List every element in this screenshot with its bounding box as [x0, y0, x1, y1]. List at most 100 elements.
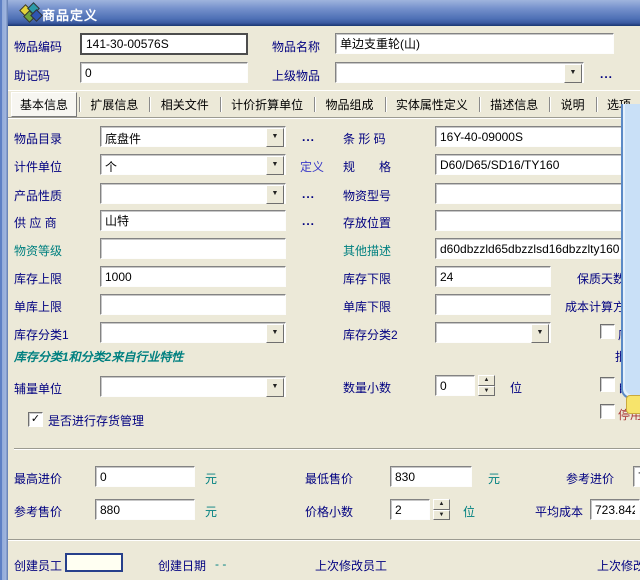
- product-definition-window: 商品定义 物品编码 物品名称 助记码 上级物品 ▼ ... 基本信息 扩展信息 …: [0, 0, 640, 580]
- ref-purchase-label: 参考进价: [566, 470, 614, 487]
- chevron-down-icon[interactable]: ▼: [266, 156, 284, 175]
- stock-class2-combo[interactable]: ▼: [435, 322, 551, 343]
- create-date-label: 创建日期: [158, 557, 206, 574]
- overlapping-panel-edge: [621, 104, 640, 399]
- ref-sale-input[interactable]: [95, 499, 195, 520]
- catalog-label: 物品目录: [14, 130, 62, 147]
- spin-up-icon[interactable]: ▲: [433, 499, 450, 510]
- location-input[interactable]: [435, 210, 625, 231]
- unit-combo[interactable]: 个 ▼: [100, 154, 286, 175]
- nature-label: 产品性质: [14, 187, 62, 204]
- stock-lower-label: 库存下限: [343, 270, 391, 287]
- qty-decimal-unit-label: 位: [510, 379, 522, 396]
- section-divider: [14, 448, 640, 450]
- spin-down-icon[interactable]: ▼: [433, 510, 450, 521]
- ref-sale-label: 参考售价: [14, 503, 62, 520]
- location-label: 存放位置: [343, 214, 391, 231]
- mnemonic-label: 助记码: [14, 67, 50, 84]
- catalog-value: 底盘件: [105, 130, 141, 147]
- catalog-more-button[interactable]: ...: [302, 130, 315, 144]
- parent-item-more-button[interactable]: ...: [600, 67, 613, 81]
- parent-item-label: 上级物品: [272, 67, 320, 84]
- aux-unit-label: 辅量单位: [14, 380, 62, 397]
- other-desc-input[interactable]: [435, 238, 625, 259]
- stock-lower-input[interactable]: [435, 266, 551, 287]
- spec-input[interactable]: [435, 154, 625, 175]
- chevron-down-icon[interactable]: ▼: [266, 378, 284, 397]
- shelf-life-label: 保质天数: [577, 270, 625, 287]
- stock-upper-input[interactable]: [100, 266, 286, 287]
- stock-class1-combo[interactable]: ▼: [100, 322, 286, 343]
- inventory-checkbox[interactable]: ✓: [28, 412, 43, 427]
- tab-entity-attributes[interactable]: 实体属性定义: [387, 92, 477, 117]
- tab-notes[interactable]: 说明: [552, 92, 594, 117]
- max-purchase-input[interactable]: [95, 466, 195, 487]
- barcode-input[interactable]: [435, 126, 625, 147]
- stock-track-checkbox[interactable]: [600, 324, 615, 339]
- parent-item-combo[interactable]: ▼: [335, 62, 584, 83]
- creator-label: 创建员工: [14, 557, 62, 574]
- chevron-down-icon[interactable]: ▼: [531, 324, 549, 343]
- unit-label: 计件单位: [14, 158, 62, 175]
- mnemonic-input[interactable]: [80, 62, 248, 83]
- auto-checkbox[interactable]: [600, 377, 615, 392]
- price-decimal-input[interactable]: [390, 499, 430, 520]
- window-left-border: [0, 0, 8, 580]
- title-bar[interactable]: 商品定义: [8, 0, 640, 26]
- chevron-down-icon[interactable]: ▼: [266, 128, 284, 147]
- tabbar-divider: [8, 117, 640, 119]
- store-lower-input[interactable]: [435, 294, 551, 315]
- tab-extended-info[interactable]: 扩展信息: [81, 92, 147, 117]
- tab-pricing-units[interactable]: 计价折算单位: [222, 92, 312, 117]
- max-purchase-label: 最高进价: [14, 470, 62, 487]
- stock-upper-label: 库存上限: [14, 270, 62, 287]
- spin-up-icon[interactable]: ▲: [478, 375, 495, 386]
- price-decimal-unit-label: 位: [463, 503, 475, 520]
- tab-description-info[interactable]: 描述信息: [481, 92, 547, 117]
- model-label: 物资型号: [343, 187, 391, 204]
- item-code-input[interactable]: [80, 33, 248, 55]
- store-upper-input[interactable]: [100, 294, 286, 315]
- chevron-down-icon[interactable]: ▼: [564, 64, 582, 83]
- store-lower-label: 单库下限: [343, 298, 391, 315]
- grade-input[interactable]: [100, 238, 286, 259]
- nature-combo[interactable]: ▼: [100, 183, 286, 204]
- price-decimal-label: 价格小数: [305, 503, 353, 520]
- tab-item-composition[interactable]: 物品组成: [317, 92, 383, 117]
- stock-class1-label: 库存分类1: [14, 326, 69, 343]
- overlapping-balloon-corner: [626, 395, 640, 414]
- price-decimal-stepper[interactable]: ▲ ▼: [433, 499, 450, 520]
- item-name-input[interactable]: [335, 33, 614, 54]
- tab-basic-info[interactable]: 基本信息: [11, 92, 77, 117]
- creator-input[interactable]: [65, 553, 123, 572]
- spec-label: 规 格: [343, 158, 391, 175]
- model-input[interactable]: [435, 183, 625, 204]
- qty-decimal-input[interactable]: [435, 375, 475, 396]
- item-name-label: 物品名称: [272, 38, 320, 55]
- ref-purchase-input[interactable]: [633, 466, 640, 487]
- catalog-combo[interactable]: 底盘件 ▼: [100, 126, 286, 147]
- tab-related-files[interactable]: 相关文件: [152, 92, 218, 117]
- footer-divider: [8, 539, 640, 541]
- disabled-flag-checkbox[interactable]: [600, 404, 615, 419]
- store-upper-label: 单库上限: [14, 298, 62, 315]
- nature-more-button[interactable]: ...: [302, 187, 315, 201]
- tab-bar: 基本信息 扩展信息 相关文件 计价折算单位 物品组成 实体属性定义 描述信息 说…: [8, 90, 640, 117]
- modifier-label: 上次修改员工: [315, 557, 387, 574]
- unit-define-link[interactable]: 定义: [300, 158, 324, 175]
- supplier-input[interactable]: [100, 210, 286, 231]
- supplier-label: 供 应 商: [14, 214, 57, 231]
- min-sale-input[interactable]: [390, 466, 472, 487]
- aux-unit-combo[interactable]: ▼: [100, 376, 286, 397]
- chevron-down-icon[interactable]: ▼: [266, 324, 284, 343]
- modified-label: 上次修改: [597, 557, 640, 574]
- chevron-down-icon[interactable]: ▼: [266, 185, 284, 204]
- qty-decimal-stepper[interactable]: ▲ ▼: [478, 375, 495, 396]
- supplier-more-button[interactable]: ...: [302, 214, 315, 228]
- barcode-label: 条 形 码: [343, 130, 386, 147]
- avg-cost-input[interactable]: [590, 499, 640, 520]
- unit-value: 个: [105, 158, 117, 175]
- avg-cost-label: 平均成本: [535, 503, 583, 520]
- spin-down-icon[interactable]: ▼: [478, 386, 495, 397]
- qty-decimal-label: 数量小数: [343, 379, 391, 396]
